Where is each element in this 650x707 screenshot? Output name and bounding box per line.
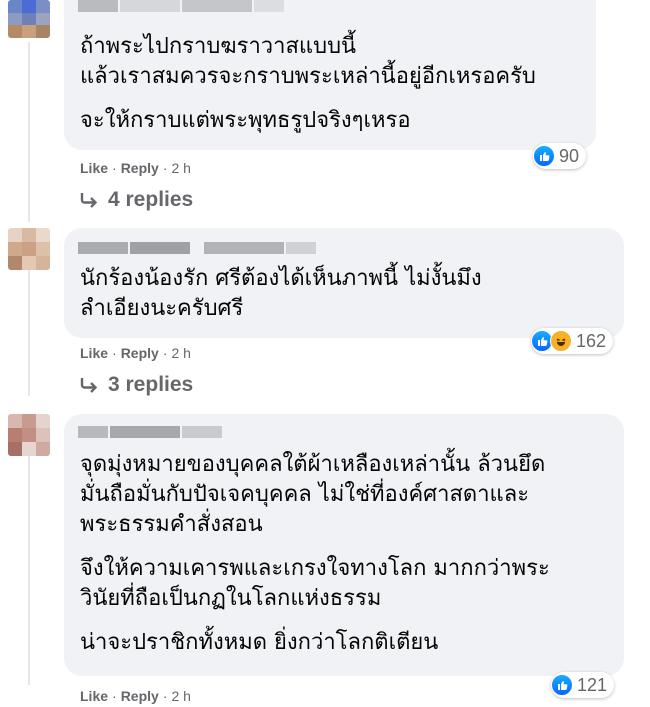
haha-reaction-icon xyxy=(550,330,572,352)
separator-dot: · xyxy=(112,160,117,176)
reaction-summary[interactable]: 90 xyxy=(533,143,587,169)
separator-dot: · xyxy=(162,160,168,176)
reaction-count: 121 xyxy=(577,674,608,695)
replies-count[interactable]: 4 replies xyxy=(108,188,193,212)
reaction-summary[interactable]: 121 xyxy=(551,672,615,698)
comment-text: จุดมุ่งหมายของบุคคลใต้ผ้าเหลืองเหล่านั้น… xyxy=(80,450,610,658)
reply-button[interactable]: Reply xyxy=(121,688,159,704)
comment-actions: Like · Reply · 2 h xyxy=(80,345,191,361)
reaction-count: 162 xyxy=(576,330,607,351)
reply-button[interactable]: Reply xyxy=(121,345,159,361)
like-button[interactable]: Like xyxy=(80,688,108,704)
avatar[interactable] xyxy=(8,0,50,38)
reply-button[interactable]: Reply xyxy=(121,160,159,176)
comment-bubble: จุดมุ่งหมายของบุคคลใต้ผ้าเหลืองเหล่านั้น… xyxy=(64,414,624,676)
timestamp[interactable]: 2 h xyxy=(171,345,190,361)
timestamp[interactable]: 2 h xyxy=(171,160,190,176)
comment-line: มั่นถือมั่นกับปัจเจคบุคคล ไม่ใช่ที่องค์ศ… xyxy=(80,482,530,507)
blurred-author-name[interactable] xyxy=(78,242,316,254)
reaction-count: 90 xyxy=(559,145,580,166)
like-reaction-icon xyxy=(533,145,555,167)
avatar[interactable] xyxy=(8,228,50,270)
comment-bubble: นักร้องน้องรัก ศรีต้องได้เห็นภาพนี้ ไม่ง… xyxy=(64,228,624,338)
like-reaction-icon xyxy=(551,674,573,696)
comment-line: จึงให้ความเคารพและเกรงใจทางโลก มากกว่าพร… xyxy=(80,556,550,581)
comment-line: จะให้กราบแต่พระพุทธรูปจริงๆเหรอ xyxy=(80,108,411,133)
timestamp[interactable]: 2 h xyxy=(171,688,190,704)
like-button[interactable]: Like xyxy=(80,160,108,176)
thread-line xyxy=(28,266,30,396)
reply-arrow-icon xyxy=(80,377,98,393)
separator-dot: · xyxy=(112,688,117,704)
comment-text: ถ้าพระไปกราบฆราวาสแบบนี้ แล้วเราสมควรจะก… xyxy=(80,32,582,136)
comment-line: จุดมุ่งหมายของบุคคลใต้ผ้าเหลืองเหล่านั้น… xyxy=(80,452,546,477)
like-button[interactable]: Like xyxy=(80,345,108,361)
comment-actions: Like · Reply · 2 h xyxy=(80,688,191,704)
thread-line xyxy=(28,42,30,222)
view-replies-link[interactable]: 3 replies xyxy=(80,373,193,397)
blurred-author-name[interactable] xyxy=(78,0,284,12)
avatar[interactable] xyxy=(8,414,50,456)
comment-line: น่าจะปราชิกทั้งหมด ยิ่งกว่าโลกติเตียน xyxy=(80,630,439,655)
comment-line: พระธรรมคำสั่งสอน xyxy=(80,512,263,537)
comment-line: ถ้าพระไปกราบฆราวาสแบบนี้ xyxy=(80,34,357,59)
separator-dot: · xyxy=(112,345,117,361)
comment-actions: Like · Reply · 2 h xyxy=(80,160,191,176)
comment-line: แล้วเราสมควรจะกราบพระเหล่านี้อยู่อีกเหรอ… xyxy=(80,64,536,89)
reaction-summary[interactable]: 162 xyxy=(531,328,614,354)
view-replies-link[interactable]: 4 replies xyxy=(80,188,193,212)
separator-dot: · xyxy=(162,345,168,361)
comment-line: ลำเอียงนะครับศรี xyxy=(80,296,244,321)
comment-text: นักร้องน้องรัก ศรีต้องได้เห็นภาพนี้ ไม่ง… xyxy=(80,264,610,324)
replies-count[interactable]: 3 replies xyxy=(108,373,193,397)
comment-line: วินัยที่ถือเป็นกฏในโลกแห่งธรรม xyxy=(80,586,382,611)
separator-dot: · xyxy=(162,688,168,704)
comment-line: นักร้องน้องรัก ศรีต้องได้เห็นภาพนี้ ไม่ง… xyxy=(80,266,482,291)
reply-arrow-icon xyxy=(80,192,98,208)
blurred-author-name[interactable] xyxy=(78,426,222,438)
comment-bubble: ถ้าพระไปกราบฆราวาสแบบนี้ แล้วเราสมควรจะก… xyxy=(64,0,596,150)
thread-line xyxy=(28,455,30,685)
